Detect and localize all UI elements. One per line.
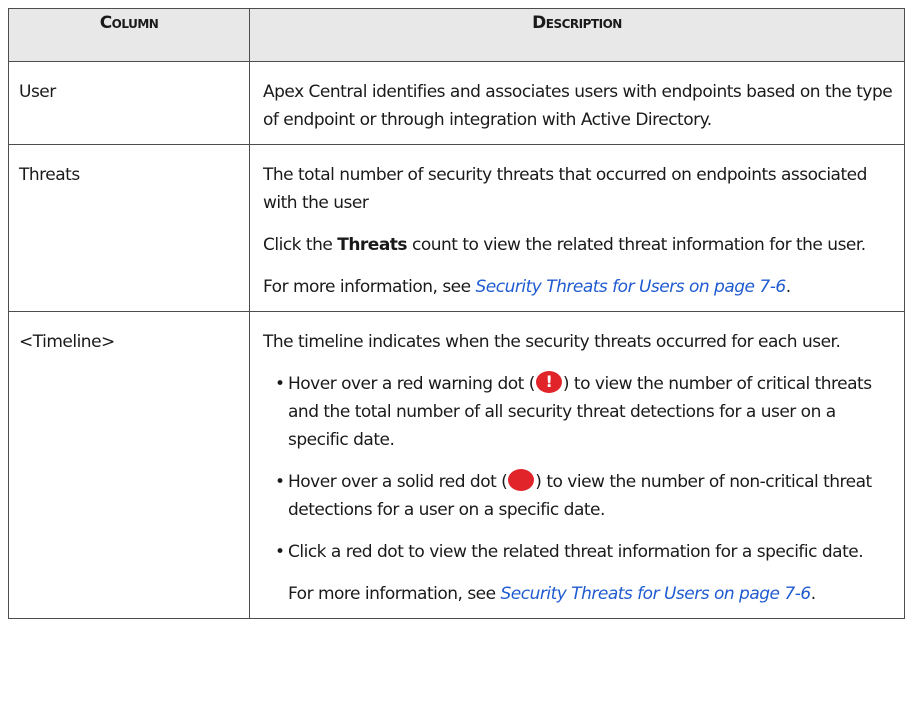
row-label-timeline: <Timeline> [8,311,250,619]
threats-click-text-end: count to view the related threat informa… [407,235,866,255]
solid-red-dot-icon [508,469,535,491]
timeline-xref-link[interactable]: Security Threats for Users on page 7-6 [501,584,812,604]
timeline-more-info-text: For more information, see [288,584,501,604]
header-column: Column [8,8,250,62]
table-row-threats: Threats The total number of security thr… [8,144,905,312]
user-description-text: Apex Central identifies and associates u… [263,82,893,130]
threats-more-info-text: For more information, see [263,277,476,297]
timeline-bullet-list: Hover over a red warning dot () to view … [263,368,894,566]
list-item-solid-dot: Hover over a solid red dot () to view th… [275,468,894,524]
threats-xref-link[interactable]: Security Threats for Users on page 7-6 [476,277,787,297]
threats-click-text-start: Click the [263,235,338,255]
timeline-more-info-period: . [810,584,816,604]
list-item-warning-dot: Hover over a red warning dot () to view … [275,368,894,454]
timeline-intro-text: The timeline indicates when the security… [263,332,841,352]
list-item-click-dot: Click a red dot to view the related thre… [275,538,894,566]
header-description: Description [249,8,905,62]
row-label-threats: Threats [8,144,250,312]
red-warning-dot-icon [535,368,562,396]
threats-description-text: The total number of security threats tha… [263,165,867,213]
row-description-user: Apex Central identifies and associates u… [249,61,905,145]
timeline-more-info: For more information, see Security Threa… [263,580,894,608]
threats-more-info: For more information, see Security Threa… [263,273,894,301]
row-label-user: User [8,61,250,145]
column-description-table: Column Description User Apex Central ide… [8,8,905,619]
row-description-timeline: The timeline indicates when the security… [249,311,905,619]
table-header-row: Column Description [8,8,905,62]
threats-bold-term: Threats [337,235,408,255]
row-description-threats: The total number of security threats tha… [249,144,905,312]
bullet1-text-start: Hover over a red warning dot ( [288,374,535,394]
table-row-timeline: <Timeline> The timeline indicates when t… [8,311,905,619]
threats-click-instruction: Click the Threats count to view the rela… [263,231,894,259]
table-row-user: User Apex Central identifies and associa… [8,61,905,145]
threats-more-info-period: . [785,277,791,297]
bullet2-text-start: Hover over a solid red dot ( [288,472,508,492]
